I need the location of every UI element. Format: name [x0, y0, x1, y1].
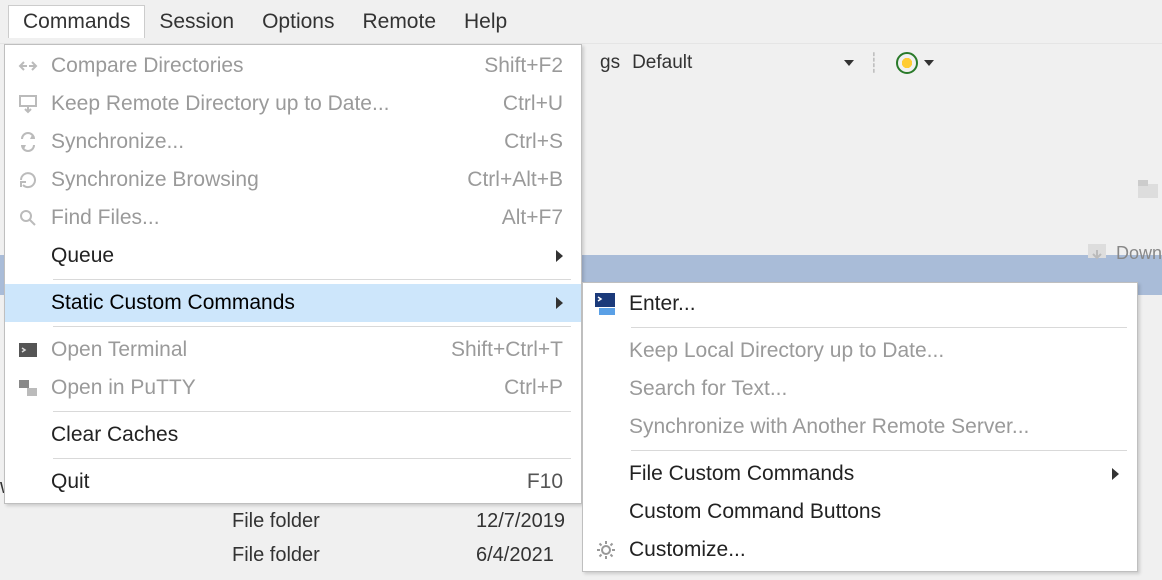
- menu-help[interactable]: Help: [450, 6, 521, 38]
- find-icon: [5, 207, 51, 229]
- menu-item-shortcut: Ctrl+P: [484, 376, 563, 400]
- commands-menu-item: Compare DirectoriesShift+F2: [5, 47, 581, 85]
- commands-menu-item: Synchronize...Ctrl+S: [5, 123, 581, 161]
- menu-item-shortcut: Ctrl+U: [483, 92, 563, 116]
- commands-menu-item[interactable]: QuitF10: [5, 463, 581, 501]
- menu-item-label: Open Terminal: [51, 338, 431, 362]
- commands-dropdown: Compare DirectoriesShift+F2Keep Remote D…: [4, 44, 582, 504]
- sync-browse-icon: [5, 169, 51, 191]
- menu-separator: [53, 326, 571, 327]
- menu-item-label: Clear Caches: [51, 423, 563, 447]
- static-submenu-item[interactable]: Custom Command Buttons: [583, 493, 1137, 531]
- commands-menu-item: Open in PuTTYCtrl+P: [5, 369, 581, 407]
- menu-separator: [53, 458, 571, 459]
- static-submenu-item: Synchronize with Another Remote Server..…: [583, 408, 1137, 446]
- commands-menu-item[interactable]: Clear Caches: [5, 416, 581, 454]
- menu-item-shortcut: Shift+F2: [464, 54, 563, 78]
- table-row[interactable]: File folder 12/7/2019: [0, 504, 80, 538]
- static-submenu-item[interactable]: Customize...: [583, 531, 1137, 569]
- menu-item-label: Search for Text...: [629, 377, 1119, 401]
- menu-separator: [53, 279, 571, 280]
- menu-item-label: Synchronize...: [51, 130, 484, 154]
- menu-item-label: Open in PuTTY: [51, 376, 484, 400]
- menu-separator: [631, 327, 1127, 328]
- submenu-arrow-icon: [547, 291, 563, 315]
- putty-icon: [5, 377, 51, 399]
- menu-item-label: Keep Remote Directory up to Date...: [51, 92, 483, 116]
- menu-item-label: Synchronize Browsing: [51, 168, 447, 192]
- menu-item-label: Quit: [51, 470, 507, 494]
- commands-menu-item: Keep Remote Directory up to Date...Ctrl+…: [5, 85, 581, 123]
- folder-icon: [1134, 174, 1162, 202]
- download-label[interactable]: Down: [1116, 243, 1162, 264]
- menu-item-label: Custom Command Buttons: [629, 500, 1119, 524]
- transfer-settings-dropdown[interactable]: Default: [628, 52, 858, 74]
- menu-item-shortcut: Ctrl+Alt+B: [447, 168, 563, 192]
- chevron-down-icon[interactable]: [924, 60, 934, 66]
- menu-item-label: Compare Directories: [51, 54, 464, 78]
- settings-label-partial: gs: [600, 52, 620, 74]
- keep-remote-icon: [5, 93, 51, 115]
- menubar: Commands Session Options Remote Help: [0, 0, 1162, 44]
- table-row[interactable]: File folder 6/4/2021: [0, 538, 80, 572]
- menu-item-label: Keep Local Directory up to Date...: [629, 339, 1119, 363]
- static-custom-commands-submenu: Enter... Keep Local Directory up to Date.…: [582, 282, 1138, 572]
- menu-item-shortcut: Alt+F7: [482, 206, 563, 230]
- menu-item-shortcut: Ctrl+S: [484, 130, 563, 154]
- menu-separator: [53, 411, 571, 412]
- menu-commands[interactable]: Commands: [8, 5, 145, 38]
- gear-icon: [583, 539, 629, 561]
- menu-item-label: Static Custom Commands: [51, 291, 547, 315]
- submenu-arrow-icon: [1103, 462, 1119, 486]
- static-submenu-item: Keep Local Directory up to Date...: [583, 332, 1137, 370]
- submenu-arrow-icon: [547, 244, 563, 268]
- static-submenu-item: Search for Text...: [583, 370, 1137, 408]
- commands-menu-item: Find Files...Alt+F7: [5, 199, 581, 237]
- menu-item-label: File Custom Commands: [629, 462, 1103, 486]
- menu-item-label: Enter...: [629, 292, 1119, 316]
- static-submenu-item[interactable]: File Custom Commands: [583, 455, 1137, 493]
- download-icon: [1084, 240, 1110, 266]
- chevron-down-icon: [844, 60, 854, 66]
- static-submenu-item[interactable]: Enter...: [583, 285, 1137, 323]
- menu-item-label: Synchronize with Another Remote Server..…: [629, 415, 1119, 439]
- menu-item-shortcut: Shift+Ctrl+T: [431, 338, 563, 362]
- file-type: File folder: [232, 510, 412, 533]
- commands-menu-item: Open TerminalShift+Ctrl+T: [5, 331, 581, 369]
- commands-menu-item[interactable]: Static Custom Commands: [5, 284, 581, 322]
- dropdown-value: Default: [632, 52, 692, 74]
- menu-separator: [631, 450, 1127, 451]
- file-type: File folder: [232, 544, 412, 567]
- menu-item-label: Find Files...: [51, 206, 482, 230]
- refresh-icon[interactable]: [896, 52, 918, 74]
- console-icon: [583, 291, 629, 317]
- terminal-icon: [5, 339, 51, 361]
- commands-menu-item[interactable]: Queue: [5, 237, 581, 275]
- menu-remote[interactable]: Remote: [348, 6, 450, 38]
- menu-item-label: Queue: [51, 244, 547, 268]
- sync-icon: [5, 131, 51, 153]
- commands-menu-item: Synchronize BrowsingCtrl+Alt+B: [5, 161, 581, 199]
- menu-item-label: Customize...: [629, 538, 1119, 562]
- menu-options[interactable]: Options: [248, 6, 348, 38]
- menu-item-shortcut: F10: [507, 470, 563, 494]
- compare-icon: [5, 55, 51, 77]
- menu-session[interactable]: Session: [145, 6, 248, 38]
